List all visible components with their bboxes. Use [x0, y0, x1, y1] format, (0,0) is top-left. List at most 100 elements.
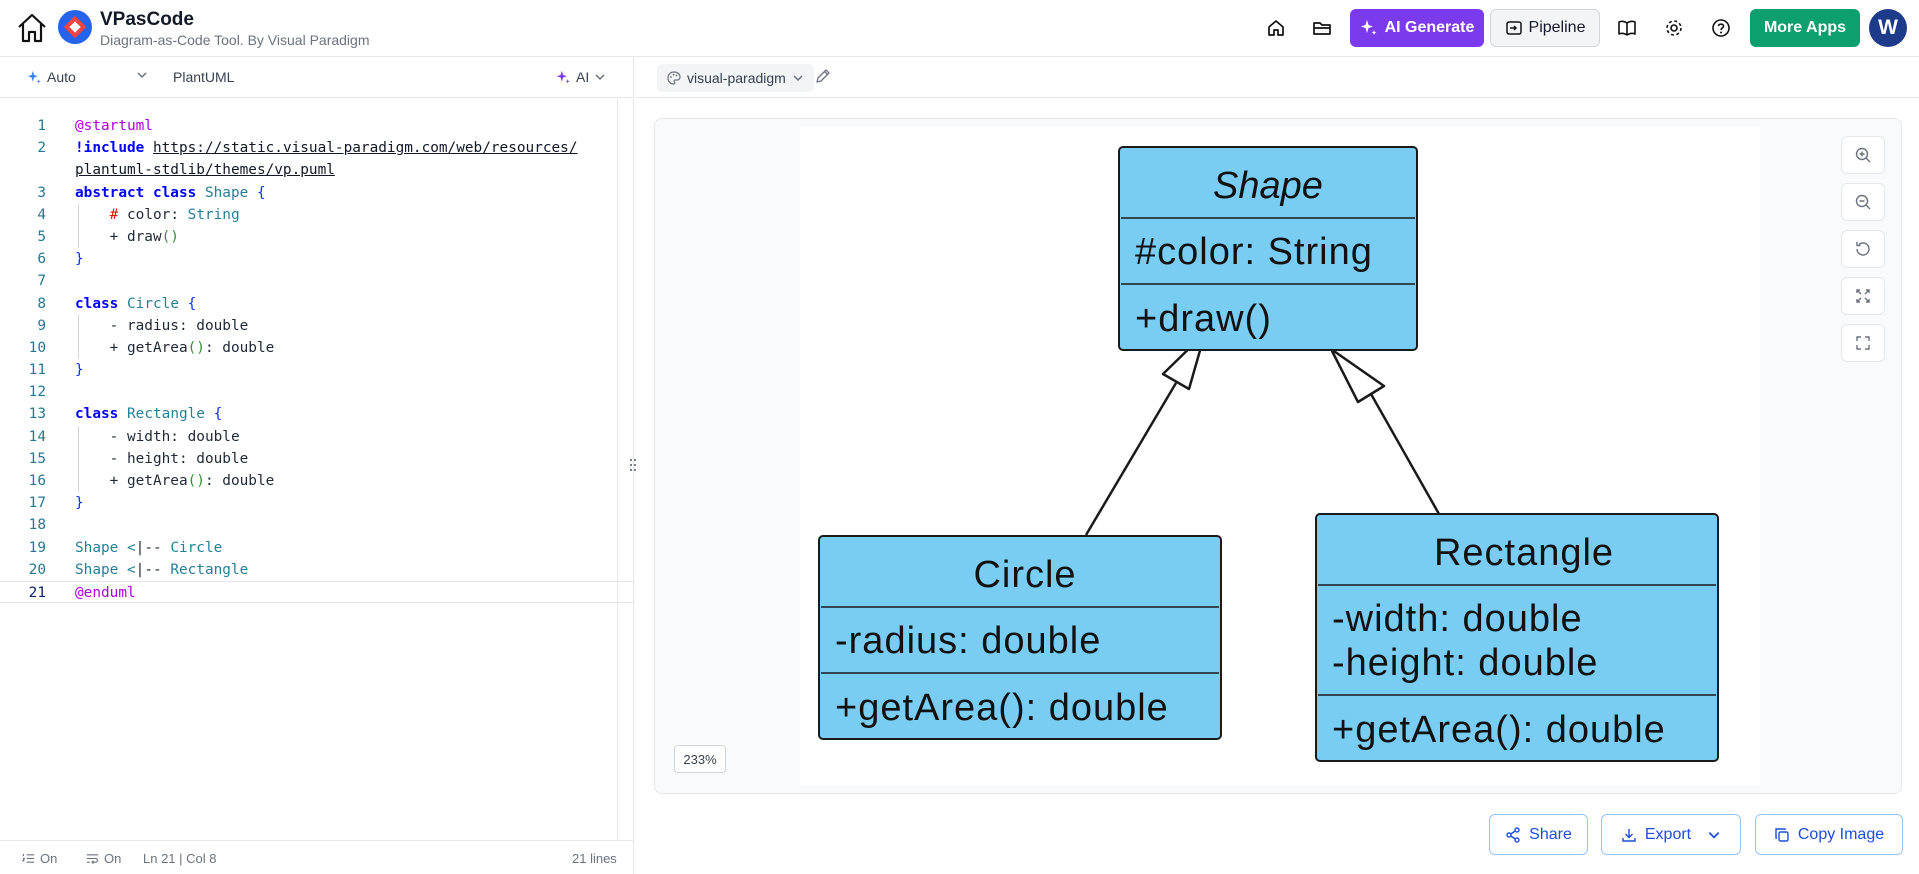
class-shape[interactable]: Shape #color: String +draw(): [1118, 146, 1418, 351]
code-line: 7: [37, 273, 46, 290]
code-line: 2 !include https://static.visual-paradigm…: [37, 140, 578, 157]
sparkle-icon: [556, 70, 570, 83]
theme-label: visual-paradigm: [687, 70, 786, 86]
fullscreen-button[interactable]: [1841, 324, 1885, 362]
preview-toolbar: visual-paradigm: [635, 57, 1919, 98]
chevron-down-icon: [595, 74, 605, 81]
fullscreen-icon: [1856, 336, 1870, 350]
code-line: 13 class Rectangle {: [28, 406, 223, 423]
class-attribute: -width: double: [1332, 598, 1583, 640]
diagram-canvas[interactable]: Shape #color: String +draw() Circle -rad…: [654, 118, 1902, 794]
class-name: Circle: [973, 554, 1076, 596]
help-icon[interactable]: [1708, 15, 1734, 41]
code-line: 9 - radius: double: [0, 314, 633, 337]
code-line: 15 - height: double: [0, 447, 633, 470]
reset-view-button[interactable]: [1841, 230, 1885, 268]
zoom-in-icon: [1855, 147, 1871, 163]
code-editor[interactable]: 1 @startuml 2 !include https://static.visu…: [0, 115, 633, 604]
code-line: 4 # color: String: [0, 203, 633, 226]
code-line: 11}: [28, 362, 84, 379]
editor-toolbar: Auto PlantUML AI: [0, 57, 633, 98]
more-apps-button[interactable]: More Apps: [1750, 9, 1860, 47]
sparkle-icon: [1360, 20, 1377, 35]
share-button[interactable]: Share: [1489, 814, 1588, 855]
copy-image-button[interactable]: Copy Image: [1755, 814, 1903, 855]
code-line: 6}: [37, 251, 84, 268]
copy-image-label: Copy Image: [1797, 825, 1885, 843]
top-bar: VPasCode Diagram-as-Code Tool. By Visual…: [0, 0, 1919, 57]
generalization-edge: [1084, 382, 1178, 536]
class-rectangle[interactable]: Rectangle -width: double -height: double…: [1315, 513, 1719, 762]
fit-to-screen-button[interactable]: [1841, 277, 1885, 315]
generalization-edge: [1369, 393, 1441, 515]
word-wrap-toggle[interactable]: On: [86, 851, 121, 866]
status-bar: On On Ln 21 | Col 8 21 lines: [0, 840, 633, 874]
class-method: +getArea(): double: [835, 687, 1169, 729]
code-line: plantuml-stdlib/themes/vp.puml: [0, 159, 633, 181]
code-line-active: 21 @enduml: [0, 580, 633, 604]
include-link[interactable]: https://static.visual-paradigm.com/web/r…: [153, 140, 578, 156]
pipeline-label: Pipeline: [1528, 19, 1586, 36]
code-line: 16 + getArea(): double: [0, 470, 633, 493]
sparkle-icon: [27, 70, 41, 83]
editor-scrollbar[interactable]: [617, 98, 618, 840]
edit-theme-icon[interactable]: [815, 68, 831, 89]
home-nav-icon[interactable]: [1263, 15, 1289, 41]
home-icon[interactable]: [14, 10, 50, 46]
gear-icon[interactable]: [1661, 15, 1687, 41]
class-name: Rectangle: [1434, 532, 1614, 574]
copy-icon: [1775, 827, 1789, 842]
include-link[interactable]: plantuml-stdlib/themes/vp.puml: [75, 162, 335, 178]
ai-menu-label: AI: [576, 69, 590, 85]
ai-generate-button[interactable]: AI Generate: [1350, 9, 1484, 47]
class-method: +draw(): [1135, 298, 1272, 340]
export-button[interactable]: Export: [1601, 814, 1741, 855]
theme-dropdown[interactable]: visual-paradigm: [657, 64, 814, 92]
chevron-down-icon[interactable]: [136, 69, 148, 81]
share-icon: [1506, 826, 1520, 843]
app-title: VPasCode: [100, 9, 194, 30]
download-icon: [1622, 828, 1636, 842]
zoom-in-button[interactable]: [1841, 136, 1885, 174]
resize-handle[interactable]: [627, 457, 639, 473]
chevron-down-icon: [1708, 831, 1720, 839]
line-count: 21 lines: [572, 851, 617, 866]
book-icon[interactable]: [1614, 15, 1640, 41]
class-name: Shape: [1213, 165, 1323, 207]
share-label: Share: [1529, 825, 1572, 843]
wrap-icon: [86, 854, 99, 865]
ai-generate-label: AI Generate: [1384, 19, 1475, 36]
code-line: 1 @startuml: [37, 118, 153, 134]
code-line: 5 + draw(): [0, 225, 633, 249]
app-subtitle: Diagram-as-Code Tool. By Visual Paradigm: [100, 32, 370, 48]
class-method: +getArea(): double: [1332, 709, 1666, 751]
code-line: 18: [28, 517, 46, 534]
code-line: 19 Shape <|-- Circle: [28, 539, 223, 556]
generalization-arrowhead: [1329, 347, 1386, 404]
zoom-controls: [1841, 136, 1885, 362]
zoom-out-icon: [1855, 194, 1871, 210]
app-logo-icon: [57, 9, 93, 45]
mode-dropdown[interactable]: Auto: [27, 69, 76, 85]
class-attribute: #color: String: [1135, 231, 1373, 273]
zoom-out-button[interactable]: [1841, 183, 1885, 221]
avatar[interactable]: W: [1869, 9, 1907, 47]
folder-icon[interactable]: [1309, 15, 1335, 41]
pipeline-icon: [1505, 21, 1522, 35]
palette-icon: [667, 71, 681, 85]
ai-menu-button[interactable]: AI: [556, 69, 606, 85]
pipeline-button[interactable]: Pipeline: [1490, 9, 1600, 47]
rotate-ccw-icon: [1856, 242, 1870, 256]
class-attribute: -radius: double: [835, 620, 1101, 662]
code-line: 17}: [28, 495, 84, 512]
mode-label: Auto: [47, 69, 76, 85]
zoom-level: 233%: [674, 745, 726, 773]
language-label[interactable]: PlantUML: [173, 69, 234, 85]
code-line: 3 abstract class Shape {: [37, 184, 266, 201]
uml-diagram-svg: Shape #color: String +draw() Circle -rad…: [818, 146, 1719, 762]
line-numbers-toggle[interactable]: On: [22, 851, 57, 866]
list-numbered-icon: [22, 853, 35, 863]
code-line: 12: [28, 384, 46, 401]
class-circle[interactable]: Circle -radius: double +getArea(): doubl…: [818, 535, 1222, 740]
code-line: 10 + getArea(): double: [0, 336, 633, 360]
